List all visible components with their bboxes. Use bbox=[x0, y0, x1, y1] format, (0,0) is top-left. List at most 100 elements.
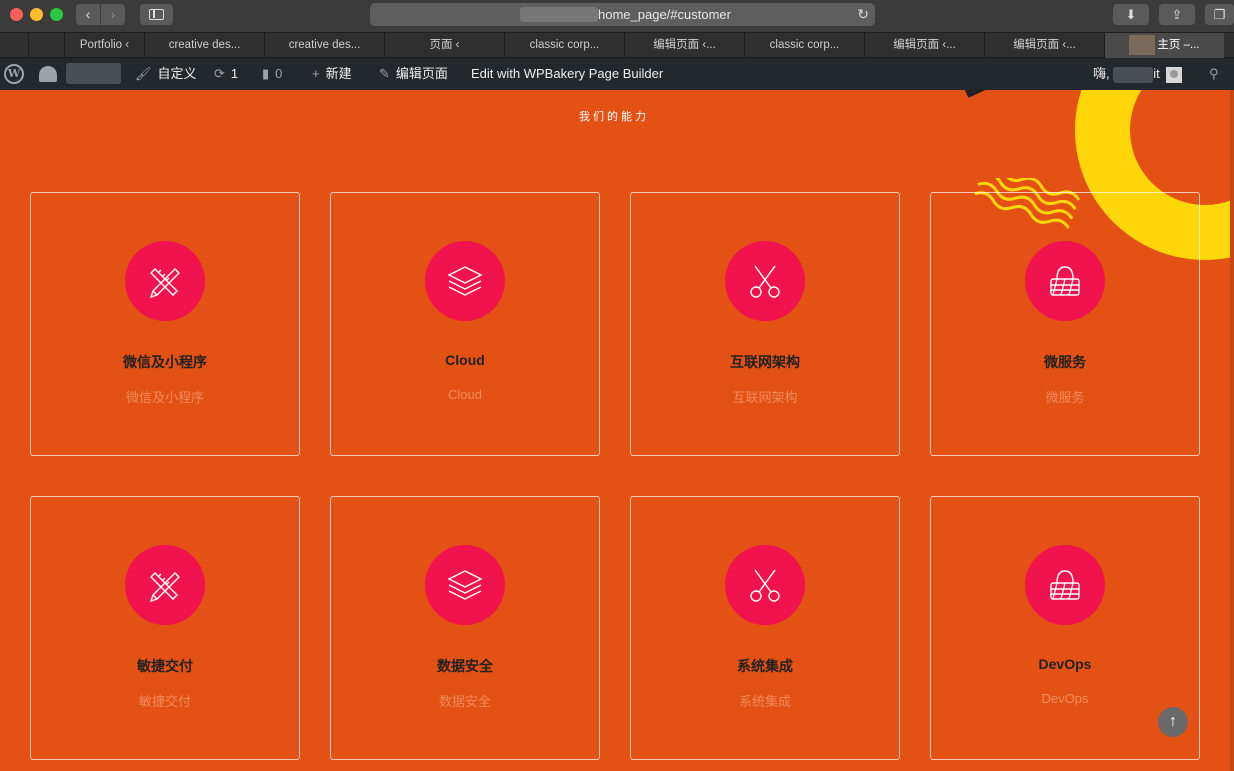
back-button[interactable]: ‹ bbox=[76, 4, 100, 25]
card-title: Cloud bbox=[445, 352, 485, 368]
tab-active[interactable]: 主页 –... bbox=[1104, 33, 1224, 58]
scroll-to-top-button[interactable]: ↑ bbox=[1158, 707, 1188, 737]
refresh-icon: ⟳ bbox=[214, 66, 225, 81]
card-icon-circle bbox=[425, 241, 505, 321]
card-icon-circle bbox=[125, 241, 205, 321]
comments-link[interactable]: ▮ 0 bbox=[262, 58, 282, 90]
card-title: 系统集成 bbox=[737, 658, 793, 674]
username-suffix: it bbox=[1153, 66, 1160, 81]
search-icon[interactable]: ⚲ bbox=[1209, 58, 1219, 90]
service-card[interactable]: 敏捷交付 敏捷交付 bbox=[30, 496, 300, 760]
share-button[interactable]: ⇪ bbox=[1159, 4, 1195, 25]
arrow-up-icon: ↑ bbox=[1169, 713, 1177, 730]
comments-count: 0 bbox=[275, 66, 283, 81]
brush-icon: 🖌 bbox=[135, 66, 152, 81]
sidebar-toggle-button[interactable] bbox=[140, 4, 173, 25]
pencil-ruler-icon bbox=[149, 268, 180, 299]
card-subtitle: DevOps bbox=[1041, 691, 1089, 706]
forward-button[interactable]: › bbox=[101, 4, 125, 25]
card-subtitle: 敏捷交付 bbox=[138, 694, 191, 709]
url-redacted bbox=[520, 7, 598, 22]
card-subtitle: 系统集成 bbox=[738, 694, 791, 709]
card-subtitle: 互联网架构 bbox=[732, 390, 798, 405]
tab-0[interactable]: Portfolio ‹ bbox=[64, 33, 144, 58]
tabs-icon: ❐ bbox=[1213, 7, 1226, 22]
scissors-icon bbox=[750, 265, 780, 298]
card-title: 敏捷交付 bbox=[137, 658, 193, 674]
pencil-icon: ✎ bbox=[379, 66, 390, 81]
edit-page-label: 编辑页面 bbox=[395, 66, 448, 81]
tab-1[interactable]: creative des... bbox=[144, 33, 264, 58]
reload-icon[interactable]: ↻ bbox=[857, 3, 869, 26]
url-text: home_page/#customer bbox=[598, 7, 731, 22]
address-bar[interactable]: home_page/#customer ↻ bbox=[370, 3, 875, 26]
tab-favicon bbox=[1129, 34, 1156, 55]
tab-9: 主页 –... bbox=[1157, 39, 1200, 51]
tab-3[interactable]: 页面 ‹ bbox=[384, 33, 504, 58]
tab-6[interactable]: classic corp... bbox=[744, 33, 864, 58]
service-card[interactable]: 微信及小程序 微信及小程序 bbox=[30, 192, 300, 456]
card-title: DevOps bbox=[1038, 656, 1092, 672]
browser-toolbar: ‹ › home_page/#customer ↻ ⬇ ⇪ ❐ bbox=[0, 0, 1234, 32]
chevron-right-icon: › bbox=[110, 6, 116, 22]
tab-8[interactable]: 编辑页面 ‹... bbox=[984, 33, 1104, 58]
wpbakery-link[interactable]: Edit with WPBakery Page Builder bbox=[471, 58, 663, 90]
card-title: 微服务 bbox=[1044, 354, 1086, 370]
username-redacted bbox=[1113, 66, 1154, 83]
minimize-window-button[interactable] bbox=[30, 8, 43, 21]
card-icon-circle bbox=[725, 241, 805, 321]
chevron-left-icon: ‹ bbox=[85, 6, 91, 22]
card-title: 数据安全 bbox=[437, 658, 493, 674]
page-scrollbar[interactable] bbox=[1230, 90, 1234, 771]
show-tabs-button[interactable]: ❐ bbox=[1205, 4, 1234, 25]
service-card[interactable]: 互联网架构 互联网架构 bbox=[630, 192, 900, 456]
card-icon-circle bbox=[1025, 545, 1105, 625]
plus-icon: + bbox=[312, 66, 320, 81]
basket-icon bbox=[1050, 266, 1080, 296]
updates-count: 1 bbox=[230, 66, 239, 81]
layers-icon bbox=[447, 266, 483, 296]
edit-page-link[interactable]: ✎ 编辑页面 bbox=[379, 58, 448, 90]
service-card[interactable]: Cloud Cloud bbox=[330, 192, 600, 456]
tab-pinned[interactable] bbox=[28, 33, 64, 58]
card-subtitle: 数据安全 bbox=[438, 694, 491, 709]
sidebar-icon bbox=[149, 9, 164, 20]
greeting-label: 嗨, bbox=[1093, 66, 1110, 81]
decorative-glasses-icon bbox=[965, 90, 996, 98]
site-name-redacted[interactable] bbox=[66, 63, 121, 84]
card-title: 互联网架构 bbox=[730, 354, 800, 370]
layers-icon bbox=[447, 570, 483, 600]
service-card[interactable]: 系统集成 系统集成 bbox=[630, 496, 900, 760]
customize-link[interactable]: 🖌 自定义 bbox=[135, 58, 197, 90]
basket-icon bbox=[1050, 570, 1080, 600]
card-subtitle: Cloud bbox=[448, 387, 482, 402]
zoom-window-button[interactable] bbox=[50, 8, 63, 21]
service-card[interactable]: 微服务 微服务 bbox=[930, 192, 1200, 456]
tab-5[interactable]: 编辑页面 ‹... bbox=[624, 33, 744, 58]
share-icon: ⇪ bbox=[1171, 7, 1183, 22]
card-title: 微信及小程序 bbox=[123, 354, 207, 370]
downloads-button[interactable]: ⬇ bbox=[1113, 4, 1149, 25]
scissors-icon bbox=[750, 569, 780, 602]
service-card[interactable]: 数据安全 数据安全 bbox=[330, 496, 600, 760]
page-content: 我们的能力 微信及小程序 微信及小程序 Cloud Cloud 互联网架构 互联… bbox=[0, 90, 1234, 771]
new-content-link[interactable]: + 新建 bbox=[312, 58, 352, 90]
wordpress-logo-icon[interactable]: W bbox=[4, 64, 24, 84]
tab-2[interactable]: creative des... bbox=[264, 33, 384, 58]
download-icon: ⬇ bbox=[1125, 7, 1137, 22]
tab-7[interactable]: 编辑页面 ‹... bbox=[864, 33, 984, 58]
wp-admin-bar: W 🖌 自定义 ⟳ 1 ▮ 0 + 新建 ✎ 编辑页面 Edit with WPBaker… bbox=[0, 58, 1234, 90]
updates-link[interactable]: ⟳ 1 bbox=[214, 58, 238, 90]
user-menu[interactable]: 嗨, it bbox=[1093, 58, 1182, 90]
dashboard-icon[interactable] bbox=[39, 66, 57, 82]
card-icon-circle bbox=[1025, 241, 1105, 321]
tab-bar: Portfolio ‹ creative des... creative des… bbox=[0, 32, 1234, 58]
pencil-ruler-icon bbox=[149, 572, 180, 603]
tab-4[interactable]: classic corp... bbox=[504, 33, 624, 58]
card-icon-circle bbox=[725, 545, 805, 625]
card-subtitle: 微信及小程序 bbox=[125, 390, 204, 405]
new-label: 新建 bbox=[325, 66, 352, 81]
card-icon-circle bbox=[425, 545, 505, 625]
avatar bbox=[1165, 66, 1182, 83]
close-window-button[interactable] bbox=[10, 8, 23, 21]
